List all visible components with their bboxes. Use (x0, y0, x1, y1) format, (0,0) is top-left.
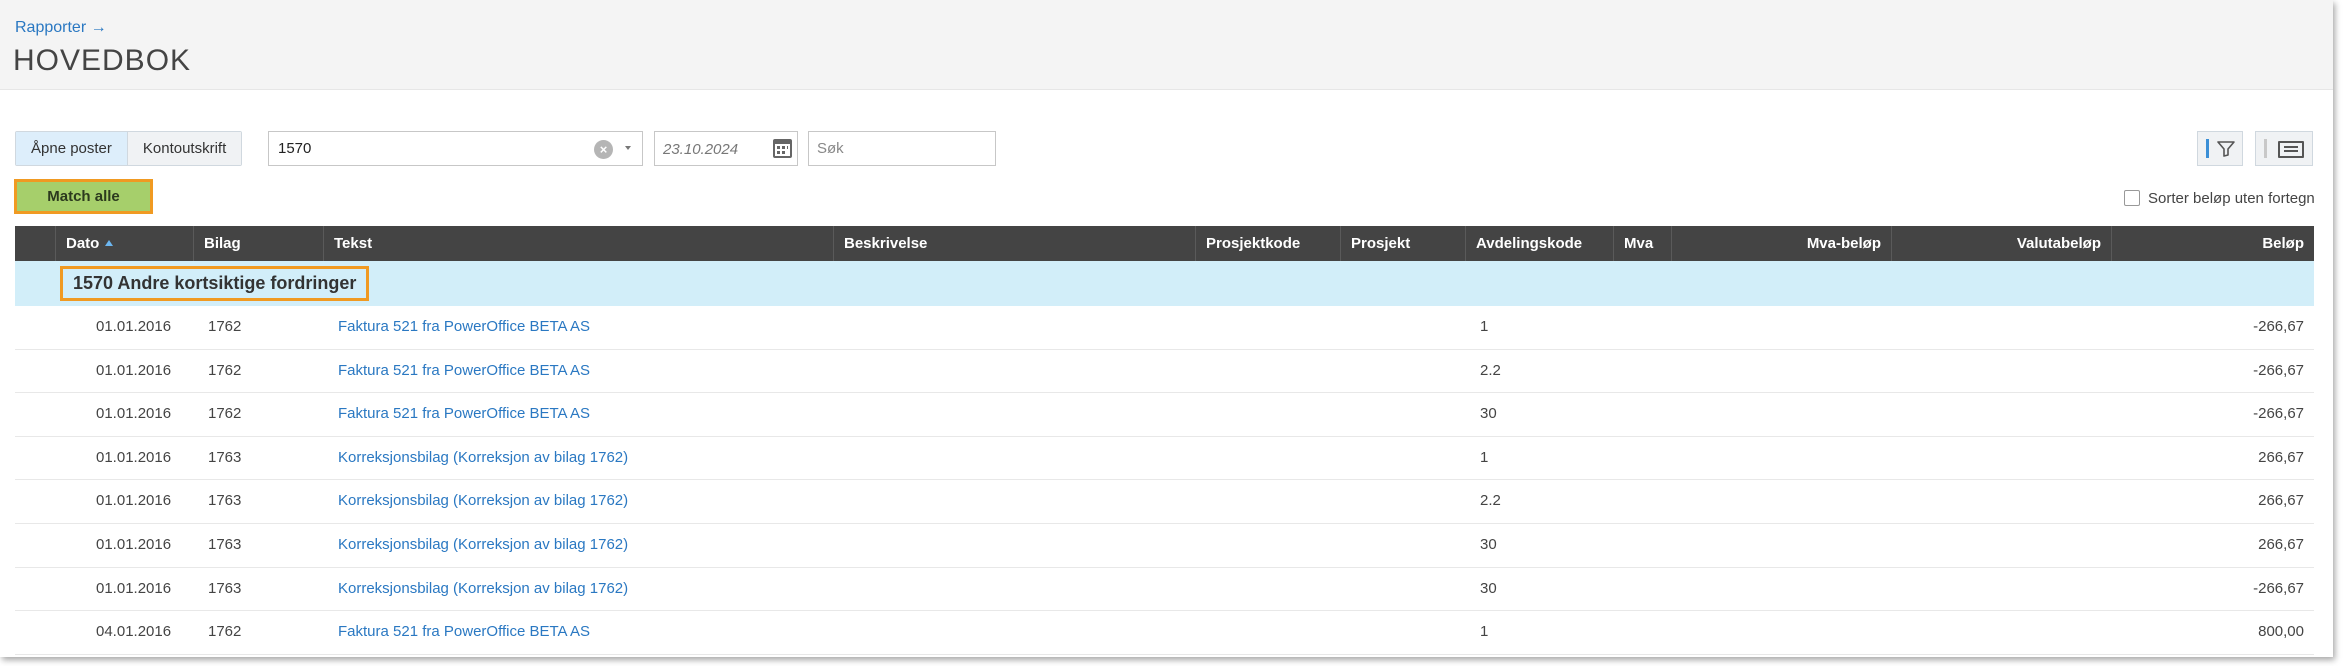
cell-dato: 01.01.2016 (96, 361, 172, 379)
group-row: 1570 Andre kortsiktige fordringer (15, 261, 2314, 306)
header-spacer (15, 226, 55, 261)
column-header-mva[interactable]: Mva (1613, 226, 1671, 261)
clear-icon[interactable]: × (594, 140, 613, 159)
cell-tekst-link[interactable]: Korreksjonsbilag (Korreksjon av bilag 17… (338, 568, 628, 610)
group-label: 1570 Andre kortsiktige fordringer (60, 266, 370, 301)
inactive-indicator (2264, 139, 2267, 158)
cell-bilag: 1763 (208, 448, 242, 466)
cell-belop: 266,67 (2258, 492, 2304, 510)
cell-dato: 04.01.2016 (96, 623, 172, 641)
table-row[interactable]: 01.01.2016 1762 Faktura 521 fra PowerOffic… (15, 306, 2314, 350)
column-header-prosjekt[interactable]: Prosjekt (1340, 226, 1465, 261)
column-header-dato[interactable]: Dato (55, 226, 193, 261)
tab-kontoutskrift[interactable]: Kontoutskrift (126, 132, 242, 165)
column-header-bilag[interactable]: Bilag (193, 226, 323, 261)
comments-button[interactable] (2255, 131, 2313, 166)
search-input[interactable] (808, 131, 996, 166)
cell-belop: -266,67 (2253, 318, 2304, 335)
table-row[interactable]: 01.01.2016 1763 Korreksjonsbilag (Korreksj… (15, 480, 2314, 524)
cell-belop: -266,67 (2253, 405, 2304, 423)
table-row[interactable]: 01.01.2016 1763 Korreksjonsbilag (Korreksj… (15, 568, 2314, 612)
cell-bilag: 1763 (208, 492, 242, 510)
table-row[interactable]: 01.01.2016 1763 Korreksjonsbilag (Korreksj… (15, 437, 2314, 481)
column-header-tekst[interactable]: Tekst (323, 226, 833, 261)
sort-unsigned-toggle[interactable]: Sorter beløp uten fortegn (2124, 189, 2315, 207)
table-body: 01.01.2016 1762 Faktura 521 fra PowerOffic… (15, 306, 2314, 655)
column-header-mva-belop[interactable]: Mva-beløp (1671, 226, 1891, 261)
column-header-prosjektkode[interactable]: Prosjektkode (1195, 226, 1340, 261)
breadcrumb[interactable]: Rapporter → (15, 19, 107, 37)
sort-unsigned-label: Sorter beløp uten fortegn (2148, 189, 2315, 207)
table-row[interactable]: 01.01.2016 1762 Faktura 521 fra PowerOffic… (15, 350, 2314, 394)
cell-tekst-link[interactable]: Faktura 521 fra PowerOffice BETA AS (338, 350, 590, 392)
cell-tekst-link[interactable]: Korreksjonsbilag (Korreksjon av bilag 17… (338, 524, 628, 566)
ledger-table: Dato Bilag Tekst Beskrivelse Prosjektkod… (15, 226, 2314, 655)
cell-tekst-link[interactable]: Faktura 521 fra PowerOffice BETA AS (338, 306, 590, 348)
cell-bilag: 1763 (208, 579, 242, 597)
cell-tekst-link[interactable]: Faktura 521 fra PowerOffice BETA AS (338, 611, 590, 653)
cell-bilag: 1762 (208, 318, 242, 335)
page-title: HOVEDBOK (13, 44, 192, 77)
column-header-valutabelop[interactable]: Valutabeløp (1891, 226, 2111, 261)
cell-bilag: 1762 (208, 405, 242, 423)
cell-belop: 266,67 (2258, 448, 2304, 466)
column-header-belop[interactable]: Beløp (2111, 226, 2314, 261)
cell-tekst-link[interactable]: Korreksjonsbilag (Korreksjon av bilag 17… (338, 437, 628, 479)
app-window: Rapporter → HOVEDBOK Åpne poster Kontout… (0, 0, 2333, 657)
cell-avdelingskode: 2.2 (1480, 492, 1501, 510)
match-all-button[interactable]: Match alle (14, 179, 153, 214)
cell-avdelingskode: 30 (1480, 405, 1497, 423)
cell-bilag: 1763 (208, 535, 242, 553)
account-value: 1570 (278, 140, 312, 157)
cell-avdelingskode: 30 (1480, 579, 1497, 597)
date-value: 23.10.2024 (663, 141, 739, 158)
cell-belop: -266,67 (2253, 361, 2304, 379)
sort-ascending-icon (105, 240, 114, 246)
cell-belop: 266,67 (2258, 535, 2304, 553)
table-row[interactable]: 01.01.2016 1762 Faktura 521 fra PowerOffic… (15, 393, 2314, 437)
cell-dato: 01.01.2016 (96, 448, 172, 466)
cell-dato: 01.01.2016 (96, 579, 172, 597)
cell-tekst-link[interactable]: Faktura 521 fra PowerOffice BETA AS (338, 393, 590, 435)
cell-dato: 01.01.2016 (96, 405, 172, 423)
tab-apne-poster[interactable]: Åpne poster (16, 132, 127, 165)
cell-avdelingskode: 30 (1480, 535, 1497, 553)
filter-icon (2217, 141, 2235, 157)
comment-icon (2278, 141, 2304, 158)
calendar-icon[interactable] (773, 139, 792, 158)
cell-avdelingskode: 1 (1480, 448, 1489, 466)
cell-tekst-link[interactable]: Korreksjonsbilag (Korreksjon av bilag 17… (338, 480, 628, 522)
filter-button[interactable] (2197, 131, 2243, 166)
cell-avdelingskode: 1 (1480, 623, 1489, 641)
cell-belop: 800,00 (2258, 623, 2304, 641)
cell-dato: 01.01.2016 (96, 492, 172, 510)
cell-belop: -266,67 (2253, 579, 2304, 597)
cell-avdelingskode: 2.2 (1480, 361, 1501, 379)
view-toggle: Åpne poster Kontoutskrift (15, 131, 243, 166)
cell-dato: 01.01.2016 (96, 535, 172, 553)
cell-bilag: 1762 (208, 623, 242, 641)
table-row[interactable]: 04.01.2016 1762 Faktura 521 fra PowerOffic… (15, 611, 2314, 655)
column-header-beskrivelse[interactable]: Beskrivelse (833, 226, 1195, 261)
sort-unsigned-checkbox[interactable] (2124, 190, 2140, 206)
account-select[interactable]: 1570 × (268, 131, 643, 166)
date-input[interactable]: 23.10.2024 (654, 131, 798, 166)
page-header: Rapporter → HOVEDBOK (0, 0, 2333, 90)
chevron-down-icon[interactable] (625, 146, 631, 150)
cell-avdelingskode: 1 (1480, 318, 1489, 335)
table-header: Dato Bilag Tekst Beskrivelse Prosjektkod… (15, 226, 2314, 261)
column-header-avdelingskode[interactable]: Avdelingskode (1465, 226, 1613, 261)
active-indicator (2206, 139, 2209, 158)
cell-bilag: 1762 (208, 361, 242, 379)
cell-dato: 01.01.2016 (96, 318, 172, 335)
table-row[interactable]: 01.01.2016 1763 Korreksjonsbilag (Korreksj… (15, 524, 2314, 568)
